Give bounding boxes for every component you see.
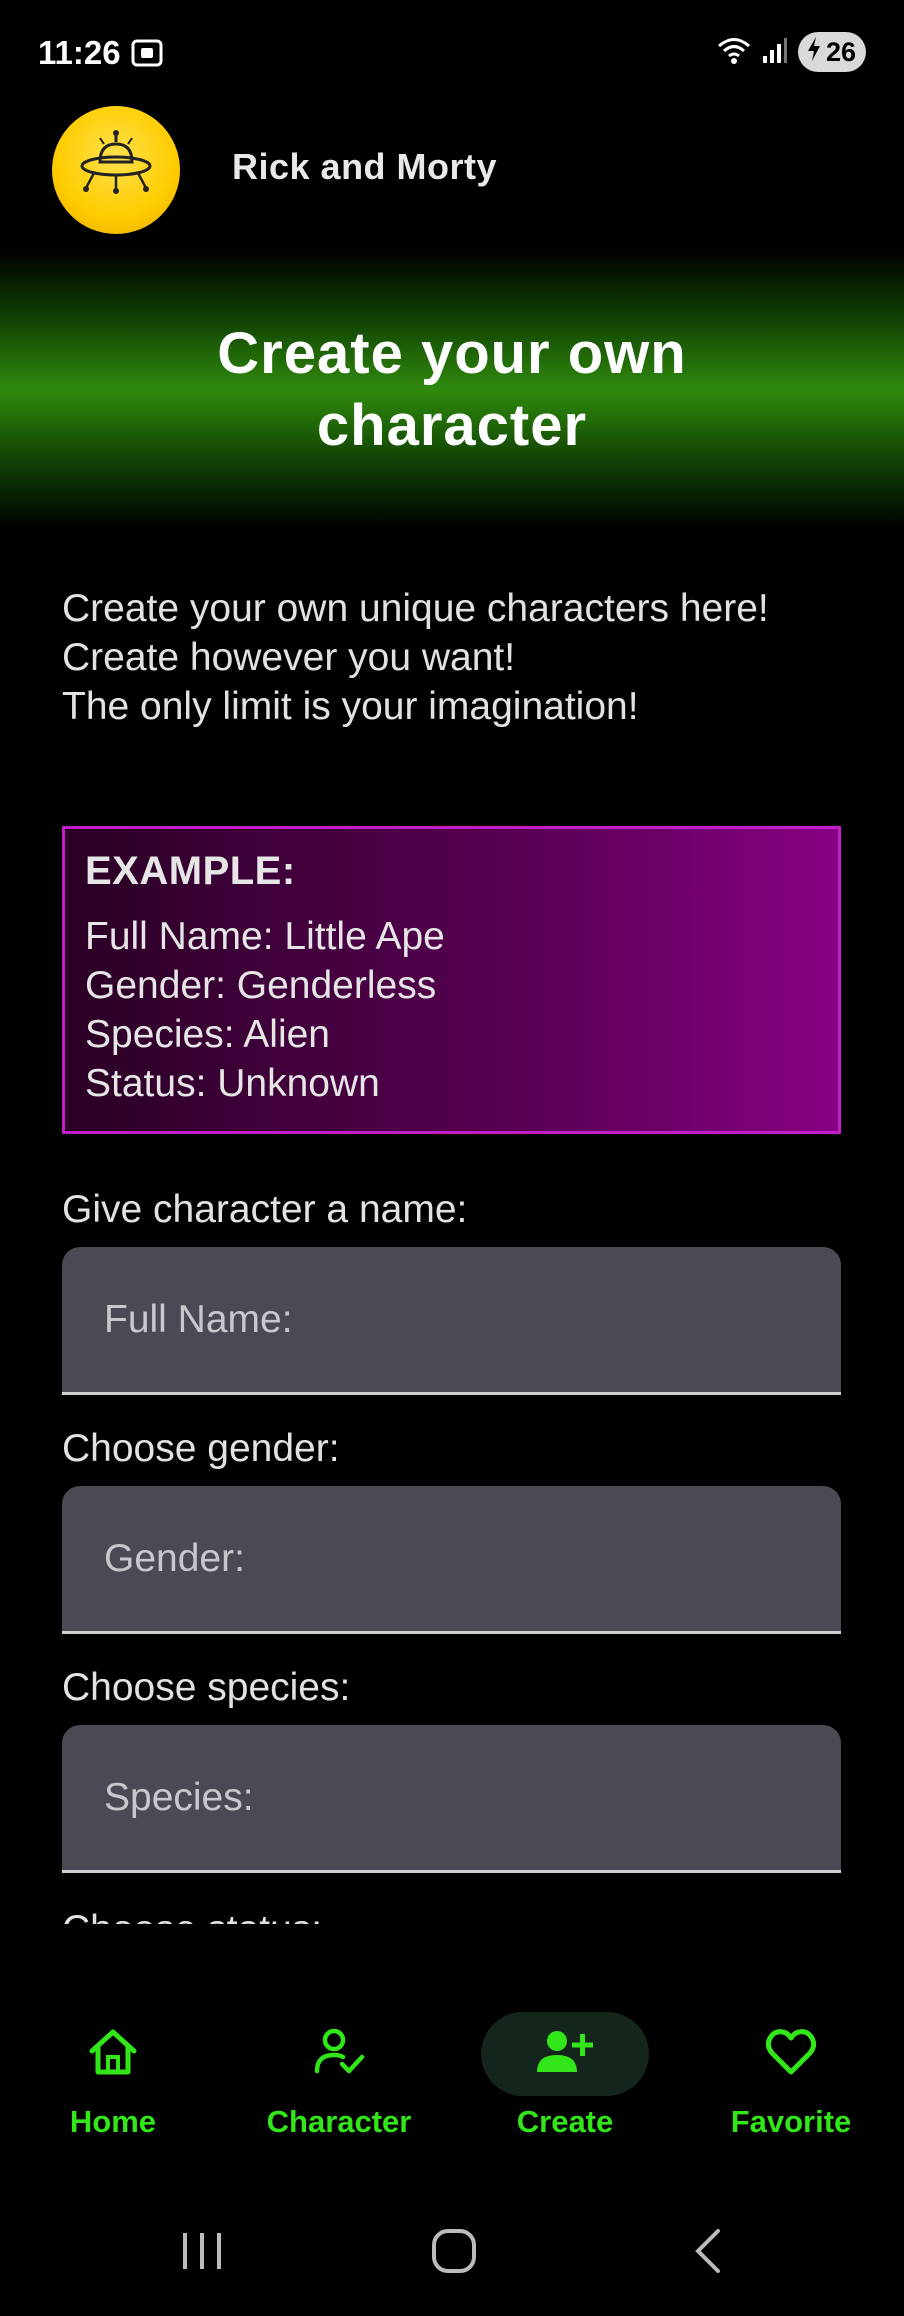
status-label: Choose status: xyxy=(62,1906,322,1924)
name-label: Give character a name: xyxy=(62,1188,468,1231)
nav-favorite-label: Favorite xyxy=(730,2104,852,2139)
nav-character[interactable]: Character xyxy=(226,1990,452,2170)
heart-icon xyxy=(764,2027,818,2082)
app-logo xyxy=(52,106,180,234)
home-system-button[interactable] xyxy=(414,2218,494,2288)
species-input[interactable] xyxy=(62,1725,841,1873)
battery-level: 26 xyxy=(825,36,856,67)
example-line: Full Name: Little Ape xyxy=(85,915,445,958)
gender-label: Choose gender: xyxy=(62,1427,340,1470)
intro-line: Create your own unique characters here! xyxy=(62,587,769,630)
back-button[interactable] xyxy=(668,2218,748,2288)
intro-text: Create your own unique characters here! … xyxy=(62,584,862,731)
home-circle-icon xyxy=(429,2226,479,2281)
screen: 11:26 26 Rick and Morty Create your own … xyxy=(0,0,904,2316)
nav-home-label: Home xyxy=(69,2104,157,2139)
nav-home[interactable]: Home xyxy=(0,1990,226,2170)
nav-create-pill xyxy=(481,2012,649,2096)
intro-line: Create however you want! xyxy=(62,636,516,679)
species-label: Choose species: xyxy=(62,1666,351,1709)
page-title: Create your own character xyxy=(217,321,687,458)
recents-icon xyxy=(177,2229,227,2278)
app-header: Rick and Morty xyxy=(0,104,904,234)
screenshot-icon xyxy=(130,36,164,70)
person-add-icon xyxy=(535,2028,595,2081)
recents-button[interactable] xyxy=(162,2218,242,2288)
home-icon xyxy=(86,2027,140,2082)
example-card: EXAMPLE: Full Name: Little Ape Gender: G… xyxy=(62,826,841,1134)
nav-home-pill xyxy=(29,2012,197,2096)
battery-indicator: 26 xyxy=(797,32,866,72)
ufo-icon xyxy=(70,128,162,213)
status-bar: 11:26 26 xyxy=(0,0,904,110)
example-line: Gender: Genderless xyxy=(85,964,437,1007)
system-navigation-bar xyxy=(0,2196,904,2316)
battery-charging-icon xyxy=(806,36,822,69)
signal-icon xyxy=(762,36,788,69)
full-name-input[interactable] xyxy=(62,1247,841,1395)
status-time: 11:26 xyxy=(38,34,121,71)
example-line: Species: Alien xyxy=(85,1013,330,1056)
example-title: EXAMPLE: xyxy=(85,849,296,893)
nav-favorite[interactable]: Favorite xyxy=(678,1990,904,2170)
create-banner: Create your own character xyxy=(0,250,904,530)
wifi-icon xyxy=(716,35,752,70)
nav-create[interactable]: Create xyxy=(452,1990,678,2170)
nav-create-label: Create xyxy=(516,2104,614,2139)
person-check-icon xyxy=(312,2027,366,2082)
nav-favorite-pill xyxy=(707,2012,875,2096)
back-chevron-icon xyxy=(688,2227,728,2280)
status-icons: 26 xyxy=(716,32,866,72)
app-title: Rick and Morty xyxy=(232,146,498,187)
gender-input[interactable] xyxy=(62,1486,841,1634)
nav-character-pill xyxy=(255,2012,423,2096)
nav-character-label: Character xyxy=(266,2104,412,2139)
example-line: Status: Unknown xyxy=(85,1062,380,1105)
bottom-navigation: Home Character Create Favorite xyxy=(0,1990,904,2170)
intro-line: The only limit is your imagination! xyxy=(62,685,639,728)
